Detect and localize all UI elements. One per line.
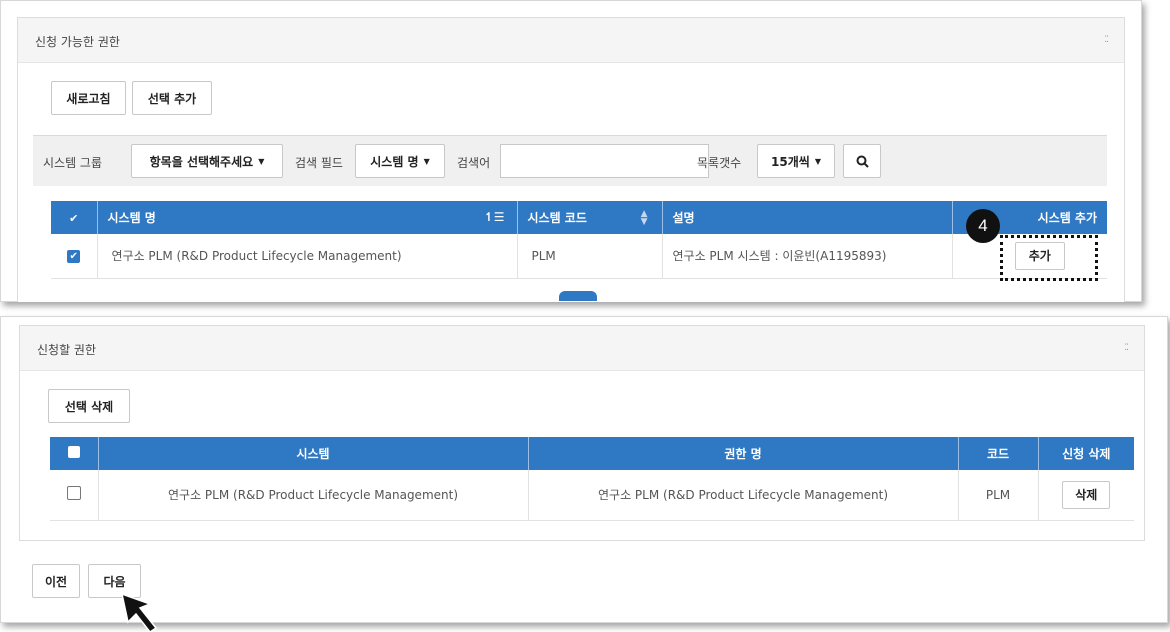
row-checkbox-cell[interactable] [50,470,99,521]
delete-cell: 삭제 [1038,470,1134,521]
search-field-label: 검색 필드 [295,156,343,170]
scroll-handle[interactable] [559,291,597,301]
add-selected-button[interactable]: 선택 추가 [132,81,212,115]
caret-down-icon: ▼ [258,156,265,166]
caret-down-icon: ▼ [814,156,821,166]
table-header-row: 시스템 권한 명 코드 신청 삭제 [50,437,1134,470]
checkbox-checked-icon[interactable]: ✔ [67,250,81,264]
highlight-box [1000,235,1098,281]
col-system: 시스템 [98,437,529,470]
system-code-cell: PLM [517,234,663,279]
col-label: 설명 [672,211,695,225]
table-row[interactable]: 연구소 PLM (R&D Product Lifecycle Managemen… [50,470,1134,521]
checkbox-icon[interactable] [66,486,81,501]
search-field-select[interactable]: 시스템 명 ▼ [355,144,445,178]
row-checkbox-cell[interactable]: ✔ [51,234,98,279]
description-cell: 연구소 PLM 시스템 : 이윤빈(A1195893) [662,234,953,279]
table-header-row: ✔ 시스템 명 ↿☰ 시스템 코드 ▲ ▼ 설명 시스템 추가 [51,201,1107,234]
checkbox-checked-icon[interactable]: ✔ [69,212,78,225]
checkbox-icon[interactable] [67,446,80,458]
select-all-cell[interactable] [50,437,99,470]
col-system-code[interactable]: 시스템 코드 ▲ ▼ [517,201,663,234]
prev-button[interactable]: 이전 [32,564,80,598]
expand-icon[interactable]: ⁚⁚ [1124,343,1129,353]
code-cell: PLM [958,470,1039,521]
select-all-cell[interactable]: ✔ [51,201,98,234]
col-description: 설명 [662,201,953,234]
keyword-label: 검색어 [457,156,491,170]
system-group-select[interactable]: 항목을 선택해주세요 ▼ [131,144,283,178]
page-size-select[interactable]: 15개씩 ▼ [757,144,835,178]
system-name-cell: 연구소 PLM (R&D Product Lifecycle Managemen… [97,234,518,279]
panel-title: 신청할 권한 [37,343,97,357]
table-row[interactable]: ✔ 연구소 PLM (R&D Product Lifecycle Managem… [51,234,1107,279]
page-size-label: 목록갯수 [697,156,742,170]
caret-down-icon: ▼ [423,156,430,166]
refresh-button[interactable]: 새로고침 [51,81,126,115]
system-group-value: 항목을 선택해주세요 [149,154,254,169]
col-system-name[interactable]: 시스템 명 ↿☰ [97,201,518,234]
available-screenshot: 신청 가능한 권한 ⁚⁚ 새로고침 선택 추가 시스템 그룹 항목을 선택해주세… [0,0,1142,302]
requested-screenshot: 신청할 권한 ⁚⁚ 선택 삭제 시스템 권한 명 코드 신청 삭제 연구소 PL… [0,316,1168,623]
search-field-value: 시스템 명 [370,154,419,169]
available-table: ✔ 시스템 명 ↿☰ 시스템 코드 ▲ ▼ 설명 시스템 추가 ✔ 연구소 PL… [51,201,1107,279]
system-cell: 연구소 PLM (R&D Product Lifecycle Managemen… [98,470,529,521]
col-label: 시스템 추가 [1037,211,1097,225]
search-button[interactable] [843,144,881,178]
col-label: 시스템 코드 [527,211,587,225]
permission-cell: 연구소 PLM (R&D Product Lifecycle Managemen… [528,470,959,521]
delete-button[interactable]: 삭제 [1062,480,1111,509]
sort-arrows-icon[interactable]: ▲ ▼ [641,210,648,227]
col-code: 코드 [958,437,1039,470]
step-marker: 4 [966,209,1000,243]
panel-title: 신청 가능한 권한 [35,35,120,49]
delete-selected-button[interactable]: 선택 삭제 [48,389,130,423]
cursor-arrow-icon [120,592,158,632]
expand-icon[interactable]: ⁚⁚ [1104,35,1109,45]
col-permission-name: 권한 명 [528,437,959,470]
panel-header: 신청 가능한 권한 ⁚⁚ [18,18,1124,63]
keyword-input[interactable] [500,144,709,178]
page-size-value: 15개씩 [771,154,810,169]
requested-table: 시스템 권한 명 코드 신청 삭제 연구소 PLM (R&D Product L… [50,437,1134,521]
filter-bar: 시스템 그룹 항목을 선택해주세요 ▼ 검색 필드 시스템 명 ▼ 검색어 목록… [33,135,1107,186]
search-icon [856,155,869,168]
sort-icon[interactable]: ↿☰ [484,210,505,224]
panel-header: 신청할 권한 ⁚⁚ [20,326,1144,371]
system-group-label: 시스템 그룹 [43,156,103,170]
col-label: 시스템 명 [107,211,156,225]
col-request-delete: 신청 삭제 [1038,437,1134,470]
